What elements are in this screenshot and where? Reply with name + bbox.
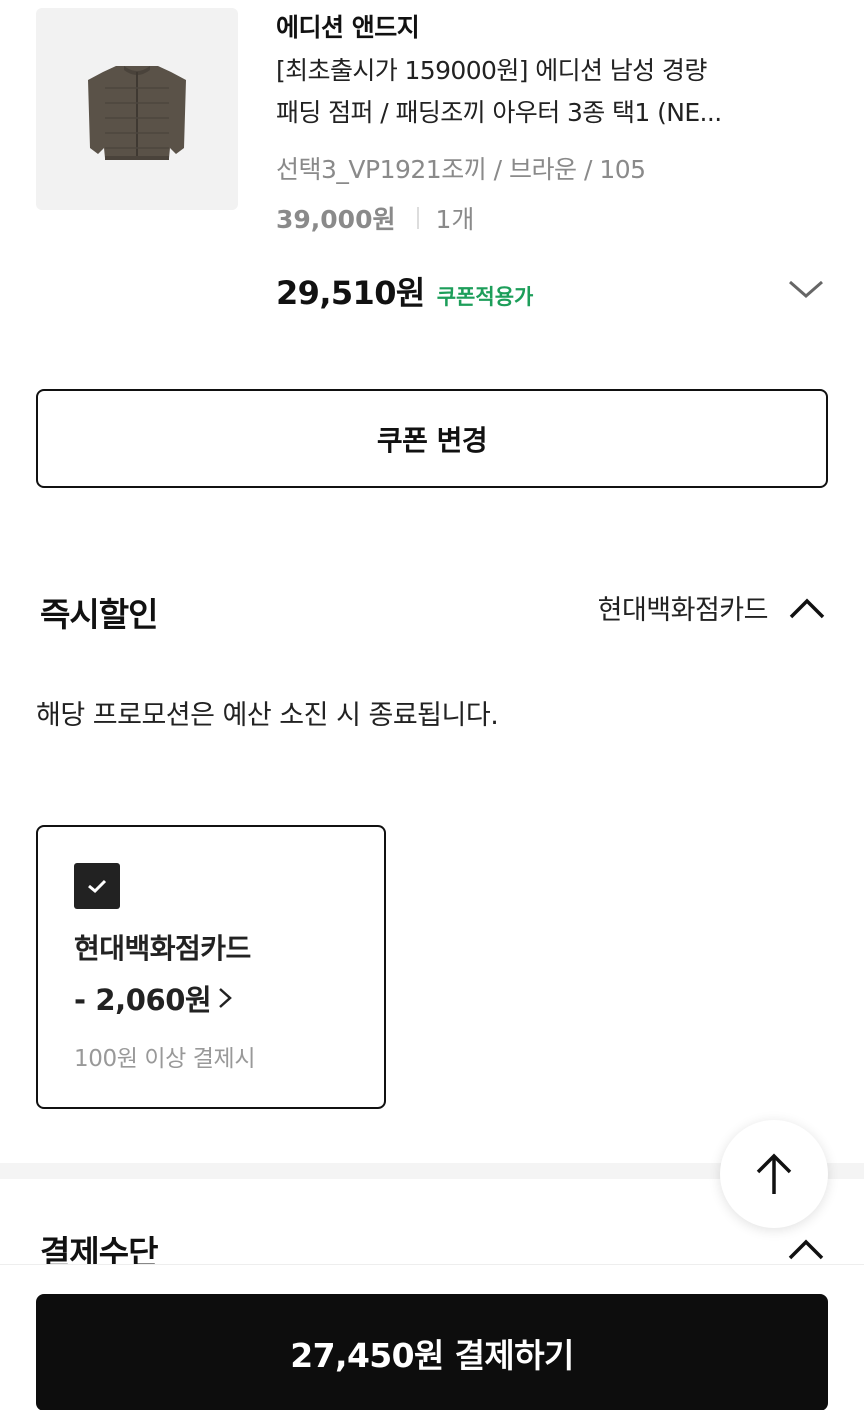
product-name[interactable]: [최초출시가 159000원] 에디션 남성 경량 패딩 점퍼 / 패딩조끼 아… (276, 50, 796, 134)
arrow-up-icon (756, 1153, 792, 1194)
product-name-line1: [최초출시가 159000원] 에디션 남성 경량 (276, 56, 707, 85)
chevron-up-icon[interactable] (786, 1236, 826, 1262)
product-summary: 에디션 앤드지 [최초출시가 159000원] 에디션 남성 경량 패딩 점퍼 … (0, 0, 864, 340)
price-quantity-row: 39,000원 1개 (276, 200, 474, 236)
original-price: 39,000원 (276, 205, 396, 234)
card-discount-amount[interactable]: - 2,060원 (74, 977, 233, 1019)
change-coupon-button[interactable]: 쿠폰 변경 (36, 389, 828, 488)
chevron-right-icon (219, 988, 233, 1008)
card-checkbox[interactable] (74, 863, 120, 909)
bottom-action-bar: 27,450원 결제하기 (0, 1264, 864, 1410)
check-icon (88, 879, 107, 894)
final-price-row: 29,510원 쿠폰적용가 (276, 268, 533, 314)
promotion-notice: 해당 프로모션은 예산 소진 시 종료됩니다. (36, 700, 499, 731)
card-name: 현대백화점카드 (74, 932, 251, 965)
quantity: 1개 (435, 205, 475, 234)
selected-card-name: 현대백화점카드 (597, 595, 769, 626)
scroll-to-top-button[interactable] (720, 1120, 828, 1228)
discount-amount-text: - 2,060원 (74, 983, 212, 1017)
chevron-down-icon[interactable] (786, 274, 826, 304)
checkout-button[interactable]: 27,450원 결제하기 (36, 1294, 828, 1410)
coupon-applied-label: 쿠폰적용가 (436, 285, 534, 309)
divider (417, 207, 420, 229)
card-condition: 100원 이상 결제시 (74, 1046, 256, 1072)
card-discount-option[interactable]: 현대백화점카드 - 2,060원 100원 이상 결제시 (36, 825, 386, 1109)
product-brand: 에디션 앤드지 (276, 13, 420, 42)
chevron-up-icon (789, 598, 825, 618)
product-thumbnail[interactable] (36, 8, 238, 210)
instant-discount-toggle[interactable]: 현대백화점카드 (598, 588, 826, 627)
product-option: 선택3_VP1921조끼 / 브라운 / 105 (276, 155, 646, 184)
instant-discount-title: 즉시할인 (40, 595, 158, 634)
final-price: 29,510원 (276, 274, 425, 312)
padded-jacket-image (88, 66, 186, 160)
product-name-line2: 패딩 점퍼 / 패딩조끼 아우터 3종 택1 (NE... (276, 98, 722, 127)
